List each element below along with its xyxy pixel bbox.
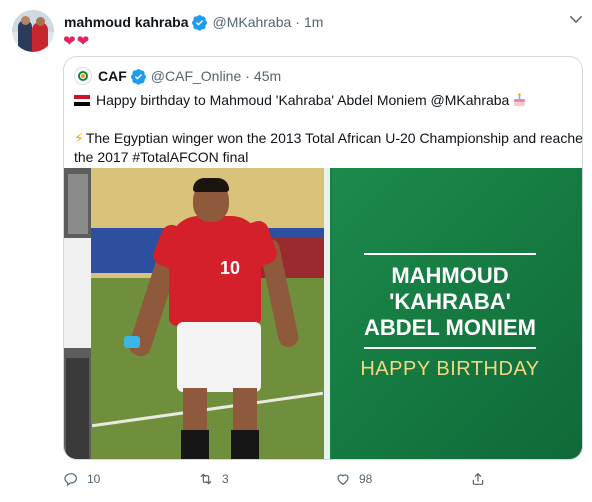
caf-avatar[interactable] [74,67,92,85]
quoted-tweet[interactable]: CAF @CAF_Online · 45m Happy birthday to … [63,56,583,460]
separator-dot: · [245,68,250,84]
quoted-author-name: CAF [98,68,127,84]
reply-count: 10 [87,472,101,486]
divider-bottom [364,347,536,349]
tweet-time[interactable]: 1m [304,14,323,30]
share-icon [472,473,484,485]
author-handle[interactable]: @MKahraba [212,14,291,30]
like-count: 98 [359,472,373,486]
quoted-tweet-text: Happy birthday to Mahmoud 'Kahraba' Abde… [74,91,582,167]
quoted-line-3: the 2017 #TotalAFCON final [74,149,249,165]
graphic-title-line-3: ABDEL MONIEM [364,315,536,340]
divider-top [364,253,536,255]
graphic-subtitle: HAPPY BIRTHDAY [360,358,540,380]
graphic-title-line-1: MAHMOUD [391,263,509,288]
quoted-tweet-header: CAF @CAF_Online · 45m [74,66,281,86]
author-avatar[interactable] [12,10,54,52]
tweet[interactable]: mahmoud kahraba @MKahraba · 1m ❤❤ CAF @C… [0,0,592,502]
author-name[interactable]: mahmoud kahraba [64,14,188,30]
tweet-actions: 10 3 98 [63,468,583,490]
lightning-bolt-icon: ⚡ [74,130,84,146]
tweet-text: ❤❤ [63,33,91,50]
quoted-line-1: Happy birthday to Mahmoud 'Kahraba' Abde… [74,91,579,110]
like-icon [337,474,349,485]
quoted-line-2: ⚡ The Egyptian winger won the 2013 Total … [74,129,582,148]
share-button[interactable] [470,468,494,490]
egypt-flag-icon [74,95,90,106]
graphic-title: MAHMOUD 'KAHRABA' ABDEL MONIEM [348,263,552,341]
retweet-count: 3 [222,472,229,486]
reply-button[interactable]: 10 [63,468,100,490]
verified-badge-icon [130,68,146,85]
reply-icon [64,473,77,486]
like-button[interactable]: 98 [335,468,372,490]
retweet-button[interactable]: 3 [198,468,229,490]
shirt-number: 10 [219,258,241,278]
separator-dot: · [295,14,300,30]
birthday-cake-icon [512,93,527,107]
player-photo: 10 [91,168,324,459]
tweet-header: mahmoud kahraba @MKahraba · 1m [64,12,323,32]
quoted-line-2-text: The Egyptian winger won the 2013 Total A… [85,130,583,146]
quoted-tweet-time: 45m [253,68,282,84]
bw-photo-strip [64,168,91,459]
verified-badge-icon [192,14,208,31]
caret-down-icon[interactable] [567,10,585,28]
quoted-media-image[interactable]: 10 MAHMOUD 'KAHRABA' ABDEL MONIEM HAPPY … [64,168,582,459]
graphic-title-line-2: 'KAHRABA' [389,289,511,314]
quoted-author-handle: @CAF_Online [150,68,242,84]
quoted-line-1-text: Happy birthday to Mahmoud 'Kahraba' Abde… [96,92,510,108]
retweet-icon [200,473,212,485]
